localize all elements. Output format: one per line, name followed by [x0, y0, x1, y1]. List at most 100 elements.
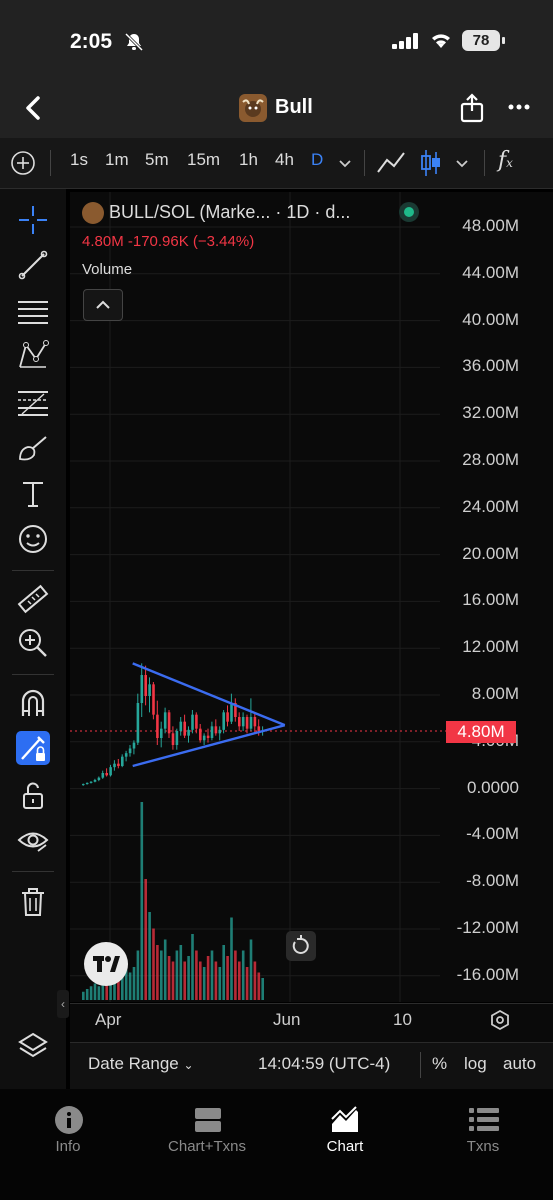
y-tick-label: -16.00M — [456, 964, 519, 984]
candles-chart-type-icon[interactable] — [420, 148, 442, 183]
chevron-down-icon: ⌄ — [183, 1058, 194, 1072]
list-icon[interactable] — [469, 1107, 499, 1138]
candle-body — [191, 714, 194, 730]
volume-bar — [136, 950, 140, 1000]
volume-bar — [245, 967, 249, 1000]
candle-body — [187, 729, 190, 736]
volume-bar — [152, 928, 155, 1000]
collapse-legend-button[interactable] — [83, 289, 123, 321]
interval-1m[interactable]: 1m — [105, 150, 129, 170]
chart-icon[interactable] — [330, 1106, 360, 1139]
tab-chart-txns[interactable]: Chart+Txns — [157, 1138, 257, 1155]
y-tick-label: 16.00M — [462, 590, 519, 610]
fx-icon[interactable]: fx — [498, 148, 513, 173]
candle-body — [202, 735, 206, 741]
tab-chart[interactable]: Chart — [295, 1138, 395, 1155]
candle-body — [89, 781, 93, 783]
emoji-icon[interactable] — [16, 522, 50, 556]
log-toggle[interactable]: log — [464, 1054, 487, 1074]
auto-toggle[interactable]: auto — [503, 1054, 536, 1074]
volume-bar — [183, 961, 186, 1000]
zoom-in-icon[interactable] — [16, 626, 50, 660]
volume-label[interactable]: Volume — [82, 261, 132, 278]
interval-4h[interactable]: 4h — [275, 150, 294, 170]
candle-body — [117, 763, 120, 766]
candle-body — [128, 748, 132, 754]
lock-drawing-icon[interactable] — [16, 731, 50, 765]
interval-1h[interactable]: 1h — [239, 150, 258, 170]
candle-body — [163, 712, 167, 729]
volume-bar — [156, 945, 159, 1000]
trash-icon[interactable] — [16, 885, 50, 919]
time-zone-display[interactable]: 14:04:59 (UTC-4) — [258, 1054, 390, 1074]
pattern-icon[interactable] — [16, 339, 50, 373]
app-header: 2:05 78 Bull — [0, 0, 553, 138]
candle-body — [82, 784, 85, 786]
volume-bar — [140, 802, 144, 1000]
eye-icon[interactable] — [16, 823, 50, 857]
chart-type-chevron-down-icon[interactable] — [455, 156, 469, 174]
y-tick-label: 48.00M — [462, 216, 519, 235]
chart-settings-icon[interactable] — [489, 1009, 511, 1036]
candle-body — [101, 773, 105, 778]
tab-info[interactable]: Info — [18, 1138, 118, 1155]
token-logo-icon — [239, 94, 267, 122]
volume-bar — [230, 917, 233, 1000]
line-chart-type-icon[interactable] — [376, 150, 406, 181]
candle-body — [218, 729, 222, 734]
magnet-icon[interactable] — [16, 686, 50, 720]
candle-body — [230, 703, 233, 722]
candle-body — [140, 675, 144, 703]
muted-bell-icon — [124, 32, 144, 57]
y-tick-label: -12.00M — [456, 918, 519, 937]
interval-chevron-down-icon[interactable] — [338, 156, 352, 174]
date-range-button[interactable]: Date Range ⌄ — [88, 1054, 194, 1074]
unlock-icon[interactable] — [16, 779, 50, 813]
fib-retracement-icon[interactable] — [16, 386, 50, 420]
layers-icon[interactable] — [16, 1029, 50, 1063]
toolbar-divider — [364, 150, 365, 176]
candle-body — [179, 721, 183, 731]
candle-body — [93, 780, 97, 782]
parallel-lines-icon[interactable] — [16, 294, 50, 328]
interval-1s[interactable]: 1s — [70, 150, 88, 170]
volume-bar — [171, 961, 175, 1000]
ruler-icon[interactable] — [16, 582, 50, 616]
add-indicator-icon[interactable] — [10, 150, 36, 181]
back-button[interactable] — [22, 94, 44, 127]
more-options-icon[interactable] — [508, 98, 530, 116]
candle-body — [156, 714, 159, 738]
volume-bar — [175, 950, 179, 1000]
symbol-title[interactable]: BULL/SOL (Marke... · 1D · d... — [109, 202, 350, 223]
percent-toggle[interactable]: % — [432, 1054, 447, 1074]
text-tool-icon[interactable] — [16, 477, 50, 511]
candle-body — [136, 703, 140, 743]
toolbar-divider — [12, 871, 54, 872]
controls-divider — [420, 1052, 421, 1078]
brush-icon[interactable] — [16, 431, 50, 465]
crosshair-icon[interactable] — [16, 203, 50, 237]
candle-body — [206, 735, 210, 738]
interval-5m[interactable]: 5m — [145, 150, 169, 170]
current-price-tag: 4.80M — [446, 721, 516, 743]
tab-txns[interactable]: Txns — [433, 1138, 533, 1155]
candle-body — [148, 684, 151, 696]
share-icon[interactable] — [459, 92, 485, 129]
interval-d[interactable]: D — [311, 150, 323, 170]
volume-bar — [222, 945, 225, 1000]
info-icon[interactable] — [54, 1105, 84, 1140]
y-tick-label: 28.00M — [462, 450, 519, 469]
candle-body — [175, 731, 179, 745]
reset-chart-icon[interactable] — [286, 931, 316, 961]
toolbar-toggle-chevron-icon[interactable]: ‹ — [57, 990, 69, 1018]
y-tick-label: 20.00M — [462, 543, 519, 563]
volume-bar — [214, 961, 218, 1000]
split-view-icon[interactable] — [194, 1107, 222, 1138]
trend-line-icon[interactable] — [16, 248, 50, 282]
toolbar-divider — [12, 570, 54, 571]
interval-15m[interactable]: 15m — [187, 150, 220, 170]
volume-bar — [253, 961, 257, 1000]
candle-body — [152, 684, 155, 715]
tradingview-logo-icon[interactable] — [84, 942, 128, 986]
time-axis[interactable] — [70, 1003, 553, 1042]
